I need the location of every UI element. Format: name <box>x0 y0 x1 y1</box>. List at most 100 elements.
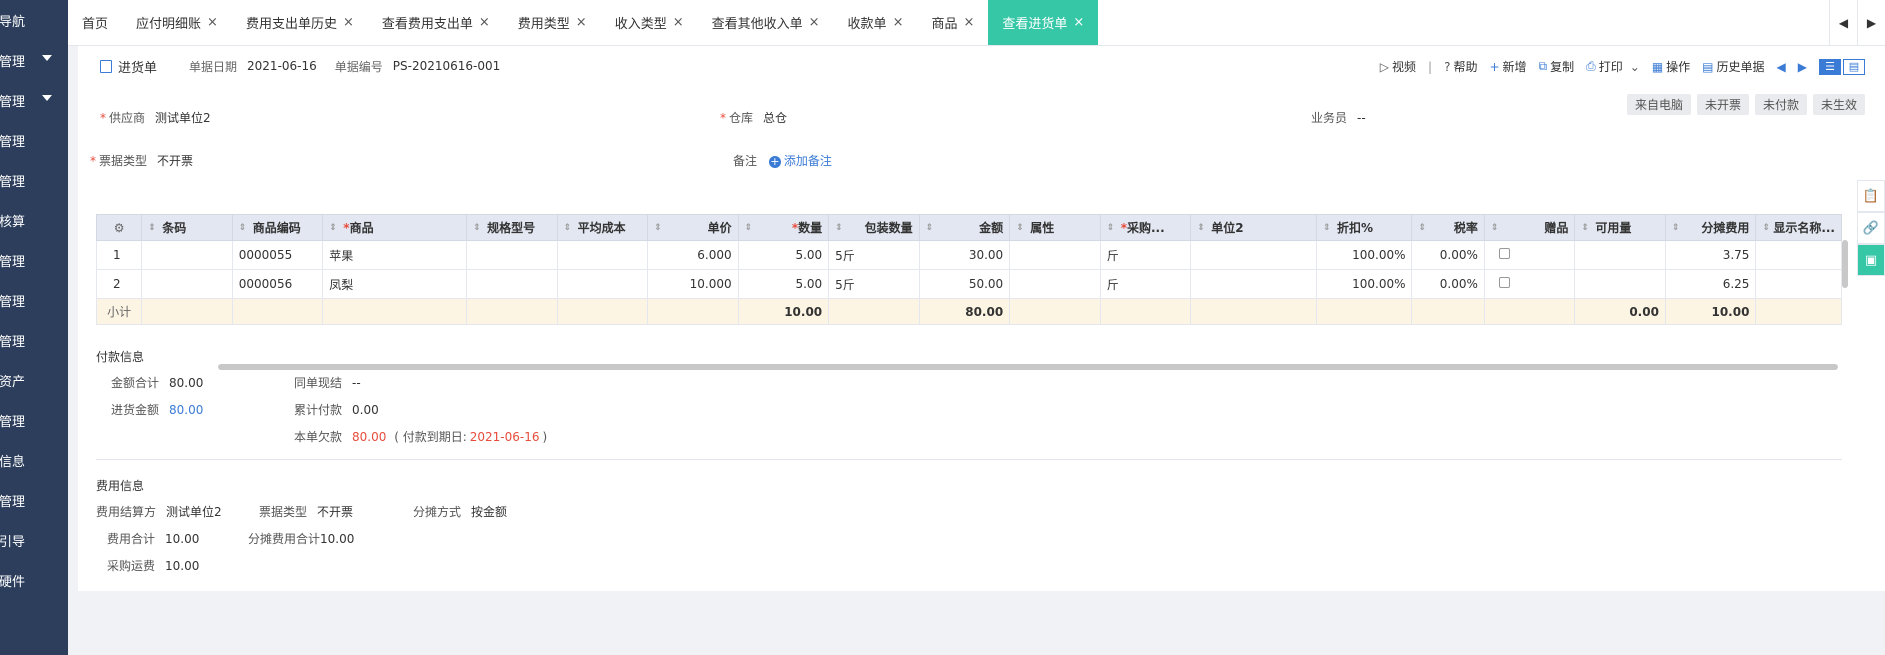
close-icon[interactable]: × <box>576 15 587 30</box>
cell-pack-qty[interactable]: 5斤 <box>828 240 920 270</box>
cell-code[interactable]: 0000056 <box>231 269 324 299</box>
cell-code[interactable]: 0000055 <box>231 240 324 270</box>
close-icon[interactable]: × <box>343 15 354 30</box>
horizontal-scrollbar[interactable] <box>218 364 1838 370</box>
cell-display[interactable] <box>1755 269 1842 299</box>
supplier-value[interactable]: 测试单位2 <box>155 111 211 125</box>
cell-idx[interactable]: 1 <box>95 240 143 270</box>
column-header[interactable]: ⇕ 平均成本 <box>556 214 649 241</box>
next-record-icon[interactable]: ▶ <box>1798 60 1807 74</box>
tab[interactable]: 查看费用支出单 × <box>368 0 504 45</box>
salesman-value[interactable]: -- <box>1357 111 1366 125</box>
tab[interactable]: 收入类型 × <box>601 0 698 45</box>
cell-qty[interactable]: 5.00 <box>737 240 830 270</box>
column-header[interactable]: ⇕ 显示名称... <box>1755 214 1842 241</box>
column-header[interactable]: ⇕ 条码 <box>141 214 233 241</box>
copy-button[interactable]: ⧉ 复制 <box>1539 58 1575 75</box>
cell-attr[interactable] <box>1009 269 1101 299</box>
cell-name[interactable]: 凤梨 <box>322 269 468 299</box>
tab-scroll-left-button[interactable]: ◀ <box>1829 0 1857 46</box>
sidebar-item[interactable]: 统管理 <box>0 480 68 520</box>
column-settings-header[interactable]: ⚙ <box>95 214 143 241</box>
link-icon[interactable]: 🔗 <box>1857 212 1885 244</box>
gift-checkbox[interactable] <box>1498 277 1510 288</box>
column-header[interactable]: ⇕ 税率 <box>1411 214 1485 241</box>
column-header[interactable]: ⇕ 属性 <box>1009 214 1101 241</box>
sidebar-item[interactable]: 务管理 <box>0 320 68 360</box>
column-header[interactable]: ⇕ *数量 <box>737 214 830 241</box>
sidebar-item[interactable]: 账管理 <box>0 280 68 320</box>
column-header[interactable]: ⇕ 单位2 <box>1190 214 1317 241</box>
column-header[interactable]: ⇕ 折扣% <box>1315 214 1413 241</box>
column-header[interactable]: ⇕ 金额 <box>918 214 1011 241</box>
tab[interactable]: 首页 <box>68 0 122 45</box>
column-header[interactable]: ⇕ 规格型号 <box>466 214 558 241</box>
column-header[interactable]: ⇕ 单价 <box>647 214 739 241</box>
cell-avg-cost[interactable] <box>556 269 649 299</box>
table-row[interactable]: 2 0000056 凤梨 10.000 5.00 5斤 50.00 斤 100.00% 0.00%… <box>95 269 1842 299</box>
table-row[interactable]: 1 0000055 苹果 6.000 5.00 5斤 30.00 斤 100.00% 0.00% 3… <box>95 240 1842 270</box>
close-icon[interactable]: × <box>673 15 684 30</box>
cell-amount[interactable]: 30.00 <box>918 240 1011 270</box>
cell-pack-qty[interactable]: 5斤 <box>828 269 920 299</box>
tab[interactable]: 查看进货单 × <box>988 0 1099 45</box>
cell-alloc[interactable]: 3.75 <box>1664 240 1757 270</box>
list-view-icon[interactable]: ☰ <box>1819 58 1841 75</box>
sidebar-item[interactable]: 定资产 <box>0 360 68 400</box>
close-icon[interactable]: × <box>809 15 820 30</box>
sidebar-item[interactable]: 本核算 <box>0 200 68 240</box>
video-button[interactable]: ▷ 视频 <box>1380 58 1416 75</box>
sort-icon[interactable]: ⇕ <box>835 223 843 233</box>
tab[interactable]: 查看其他收入单 × <box>698 0 834 45</box>
sidebar-item[interactable]: 购管理 <box>0 40 68 80</box>
column-header[interactable]: ⇕ 可用量 <box>1574 214 1666 241</box>
tab[interactable]: 收款单 × <box>834 0 918 45</box>
prev-record-icon[interactable]: ◀ <box>1777 60 1786 74</box>
clipboard-icon[interactable]: 📋 <box>1857 180 1885 212</box>
cell-purchase-unit[interactable]: 斤 <box>1099 240 1192 270</box>
cell-attr[interactable] <box>1009 240 1101 270</box>
sidebar-item[interactable]: 务管理 <box>0 160 68 200</box>
sort-icon[interactable]: ⇕ <box>1672 223 1680 233</box>
operations-button[interactable]: ▦ 操作 <box>1652 58 1690 75</box>
sort-icon[interactable]: ⇕ <box>1323 223 1331 233</box>
tab[interactable]: 商品 × <box>917 0 988 45</box>
cell-price[interactable]: 6.000 <box>647 240 739 270</box>
sort-icon[interactable]: ⇕ <box>148 223 156 233</box>
history-button[interactable]: ▤ 历史单据 <box>1702 58 1764 75</box>
tab[interactable]: 应付明细账 × <box>122 0 232 45</box>
sort-icon[interactable]: ⇕ <box>1107 223 1115 233</box>
tab[interactable]: 费用类型 × <box>504 0 601 45</box>
print-button[interactable]: ⎙ 打印 ⌄ <box>1586 58 1640 75</box>
gift-checkbox[interactable] <box>1498 248 1510 259</box>
gear-icon[interactable]: ⚙ <box>114 221 125 235</box>
sidebar-item[interactable]: 货管理 <box>0 80 68 120</box>
close-icon[interactable]: × <box>1073 15 1084 30</box>
cell-spec[interactable] <box>466 240 558 270</box>
close-icon[interactable]: × <box>963 15 974 30</box>
cell-avg-cost[interactable] <box>556 240 649 270</box>
sidebar-item[interactable]: 管管理 <box>0 400 68 440</box>
invoice-type-value[interactable]: 不开票 <box>157 154 193 168</box>
cell-amount[interactable]: 50.00 <box>918 269 1011 299</box>
cell-discount[interactable]: 100.00% <box>1315 269 1413 299</box>
add-note-button[interactable]: + 添加备注 <box>768 154 832 168</box>
sidebar-item[interactable]: 手引导 <box>0 520 68 560</box>
sort-icon[interactable]: ⇕ <box>1762 223 1770 233</box>
column-header[interactable]: ⇕ *商品 <box>322 214 468 241</box>
sidebar-item[interactable]: 快导航 <box>0 0 68 40</box>
tab[interactable]: 费用支出单历史 × <box>232 0 368 45</box>
cell-price[interactable]: 10.000 <box>647 269 739 299</box>
cell-tax[interactable]: 0.00% <box>1411 240 1485 270</box>
vertical-scrollbar[interactable] <box>1842 240 1848 288</box>
help-button[interactable]: ? 帮助 <box>1444 58 1477 75</box>
cell-discount[interactable]: 100.00% <box>1315 240 1413 270</box>
sidebar-item[interactable]: 联硬件 <box>0 560 68 600</box>
sidebar-item[interactable]: 础信息 <box>0 440 68 480</box>
column-header[interactable]: ⇕ 分摊费用 <box>1664 214 1757 241</box>
cell-gift[interactable] <box>1483 269 1576 299</box>
sort-icon[interactable]: ⇕ <box>239 223 247 233</box>
new-button[interactable]: + 新增 <box>1489 58 1526 75</box>
cell-name[interactable]: 苹果 <box>322 240 468 270</box>
sidebar-item[interactable]: 存管理 <box>0 120 68 160</box>
